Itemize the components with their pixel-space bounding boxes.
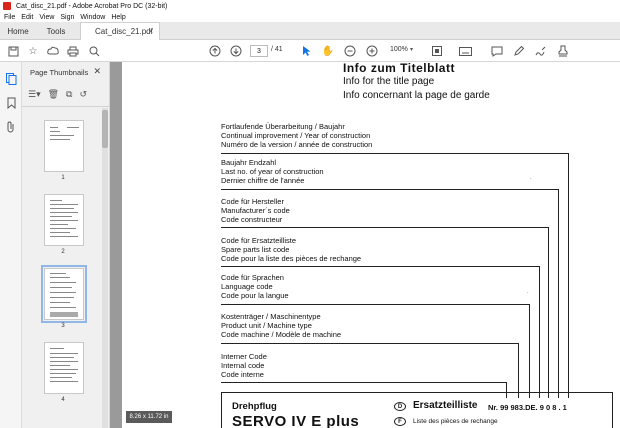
menu-file[interactable]: File: [4, 14, 15, 21]
page-size-tooltip: 8.26 x 11.72 in: [126, 411, 172, 423]
menu-help[interactable]: Help: [111, 14, 125, 21]
thumbnail-page-4[interactable]: [44, 342, 84, 394]
page-thumbnails-icon[interactable]: [4, 72, 18, 86]
leader-line: [221, 266, 540, 267]
machine-name: SERVO IV E plus: [232, 413, 360, 428]
keyboard-icon[interactable]: [458, 44, 472, 58]
left-navigation-rail: [0, 62, 22, 428]
zoom-level[interactable]: 100%: [390, 46, 408, 53]
close-tab-icon[interactable]: ×: [148, 27, 153, 36]
sign-icon[interactable]: [534, 44, 548, 58]
bookmark-star-icon[interactable]: ☆: [26, 44, 40, 58]
leader-line: [221, 382, 507, 383]
delete-page-icon[interactable]: 🗑: [48, 89, 59, 100]
thumbnail-options-icon[interactable]: ☰▾: [28, 89, 41, 100]
tab-bar: Home Tools Cat_disc_21.pdf ×: [0, 22, 620, 40]
pdf-page: Info zum Titelblatt Info for the title p…: [122, 62, 620, 428]
machine-type: Drehpflug: [232, 401, 277, 412]
thumbnail-page-3[interactable]: [41, 265, 87, 323]
thumbnail-scrollbar[interactable]: [102, 108, 108, 428]
group-6-line-3: Code machine / Modèle de machine: [221, 330, 342, 339]
leader-vertical: [529, 304, 530, 398]
upload-cloud-icon[interactable]: [46, 44, 60, 58]
heading-fr: Info concernant la page de garde: [343, 90, 490, 101]
thumbnail-label-1: 1: [61, 175, 65, 181]
rotate-page-icon[interactable]: ↺: [79, 89, 87, 100]
tab-home[interactable]: Home: [0, 22, 36, 40]
acrobat-app-icon: [3, 2, 11, 10]
previous-page-icon[interactable]: [208, 44, 222, 58]
select-cursor-icon[interactable]: [300, 44, 314, 58]
menu-window[interactable]: Window: [80, 14, 105, 21]
group-5-line-3: Code pour la langue: [221, 291, 289, 300]
page-count: / 41: [271, 46, 283, 53]
thumbnail-label-2: 2: [61, 249, 65, 255]
thumbnail-page-2[interactable]: [44, 194, 84, 246]
circle-d-icon: D: [394, 402, 406, 411]
hand-tool-icon[interactable]: ✋: [321, 44, 335, 58]
zoom-in-icon[interactable]: [365, 44, 379, 58]
save-icon[interactable]: [6, 44, 20, 58]
heading-en: Info for the title page: [343, 76, 435, 87]
menu-sign[interactable]: Sign: [60, 14, 74, 21]
liste-pieces-label: Liste des pièces de rechange: [413, 418, 498, 425]
ersatzteilliste-label: Ersatzteilliste: [413, 400, 478, 411]
bookmarks-icon[interactable]: [4, 96, 18, 110]
insert-page-icon[interactable]: ⧉: [66, 89, 72, 100]
tab-tools[interactable]: Tools: [36, 22, 76, 40]
tab-document-label: Cat_disc_21.pdf: [95, 27, 153, 36]
thumbnail-scrollbar-thumb[interactable]: [102, 110, 108, 148]
comment-icon[interactable]: [490, 44, 504, 58]
page-number-input[interactable]: 3: [250, 45, 268, 57]
leader-vertical: [518, 343, 519, 398]
panel-divider: [22, 106, 110, 107]
main-toolbar: ☆ 3 / 41 ✋ 100% ▾: [0, 40, 620, 62]
tab-document[interactable]: Cat_disc_21.pdf ×: [80, 22, 160, 40]
document-canvas[interactable]: Info zum Titelblatt Info for the title p…: [110, 62, 620, 428]
leader-line: [221, 153, 569, 154]
leader-vertical: [558, 189, 559, 398]
heading-de: Info zum Titelblatt: [343, 62, 455, 75]
thumbnail-toolbar: ☰▾ 🗑 ⧉ ↺: [28, 86, 106, 102]
search-icon[interactable]: [87, 44, 101, 58]
window-title: Cat_disc_21.pdf - Adobe Acrobat Pro DC (…: [16, 2, 168, 10]
leader-line: [221, 227, 549, 228]
leader-vertical: [548, 227, 549, 398]
zoom-out-icon[interactable]: [343, 44, 357, 58]
menu-bar: File Edit View Sign Window Help: [0, 12, 620, 22]
attachments-icon[interactable]: [4, 120, 18, 134]
page-fit-icon[interactable]: [430, 44, 444, 58]
page-speck: ·: [527, 290, 529, 296]
leader-line: [221, 304, 530, 305]
leader-line: [221, 343, 519, 344]
group-7-line-3: Code interne: [221, 370, 264, 379]
page-speck: ·: [530, 176, 532, 182]
part-list-number: Nr. 99 983.DE. 9 0 8 . 1: [488, 403, 567, 412]
group-2-line-3: Dernier chiffre de l'année: [221, 176, 305, 185]
next-page-icon[interactable]: [229, 44, 243, 58]
thumbnail-label-3: 3: [61, 323, 65, 329]
group-4-line-3: Code pour la liste des pièces de rechang…: [221, 254, 362, 263]
title-bar: Cat_disc_21.pdf - Adobe Acrobat Pro DC (…: [0, 0, 620, 12]
menu-edit[interactable]: Edit: [21, 14, 33, 21]
circle-f-icon: F: [394, 417, 406, 426]
menu-view[interactable]: View: [39, 14, 54, 21]
leader-vertical: [539, 266, 540, 398]
close-panel-icon[interactable]: ✕: [93, 66, 101, 77]
highlight-pen-icon[interactable]: [512, 44, 526, 58]
leader-line: [221, 189, 559, 190]
panel-title: Page Thumbnails: [30, 68, 89, 77]
group-1-line-3: Numéro de la version / année de construc…: [221, 140, 373, 149]
leader-vertical: [568, 153, 569, 398]
group-3-line-3: Code constructeur: [221, 215, 283, 224]
print-icon[interactable]: [66, 44, 80, 58]
stamp-tool-icon[interactable]: [556, 44, 570, 58]
thumbnail-label-4: 4: [61, 397, 65, 403]
thumbnail-page-1[interactable]: [44, 120, 84, 172]
zoom-dropdown-icon[interactable]: ▾: [410, 46, 413, 53]
